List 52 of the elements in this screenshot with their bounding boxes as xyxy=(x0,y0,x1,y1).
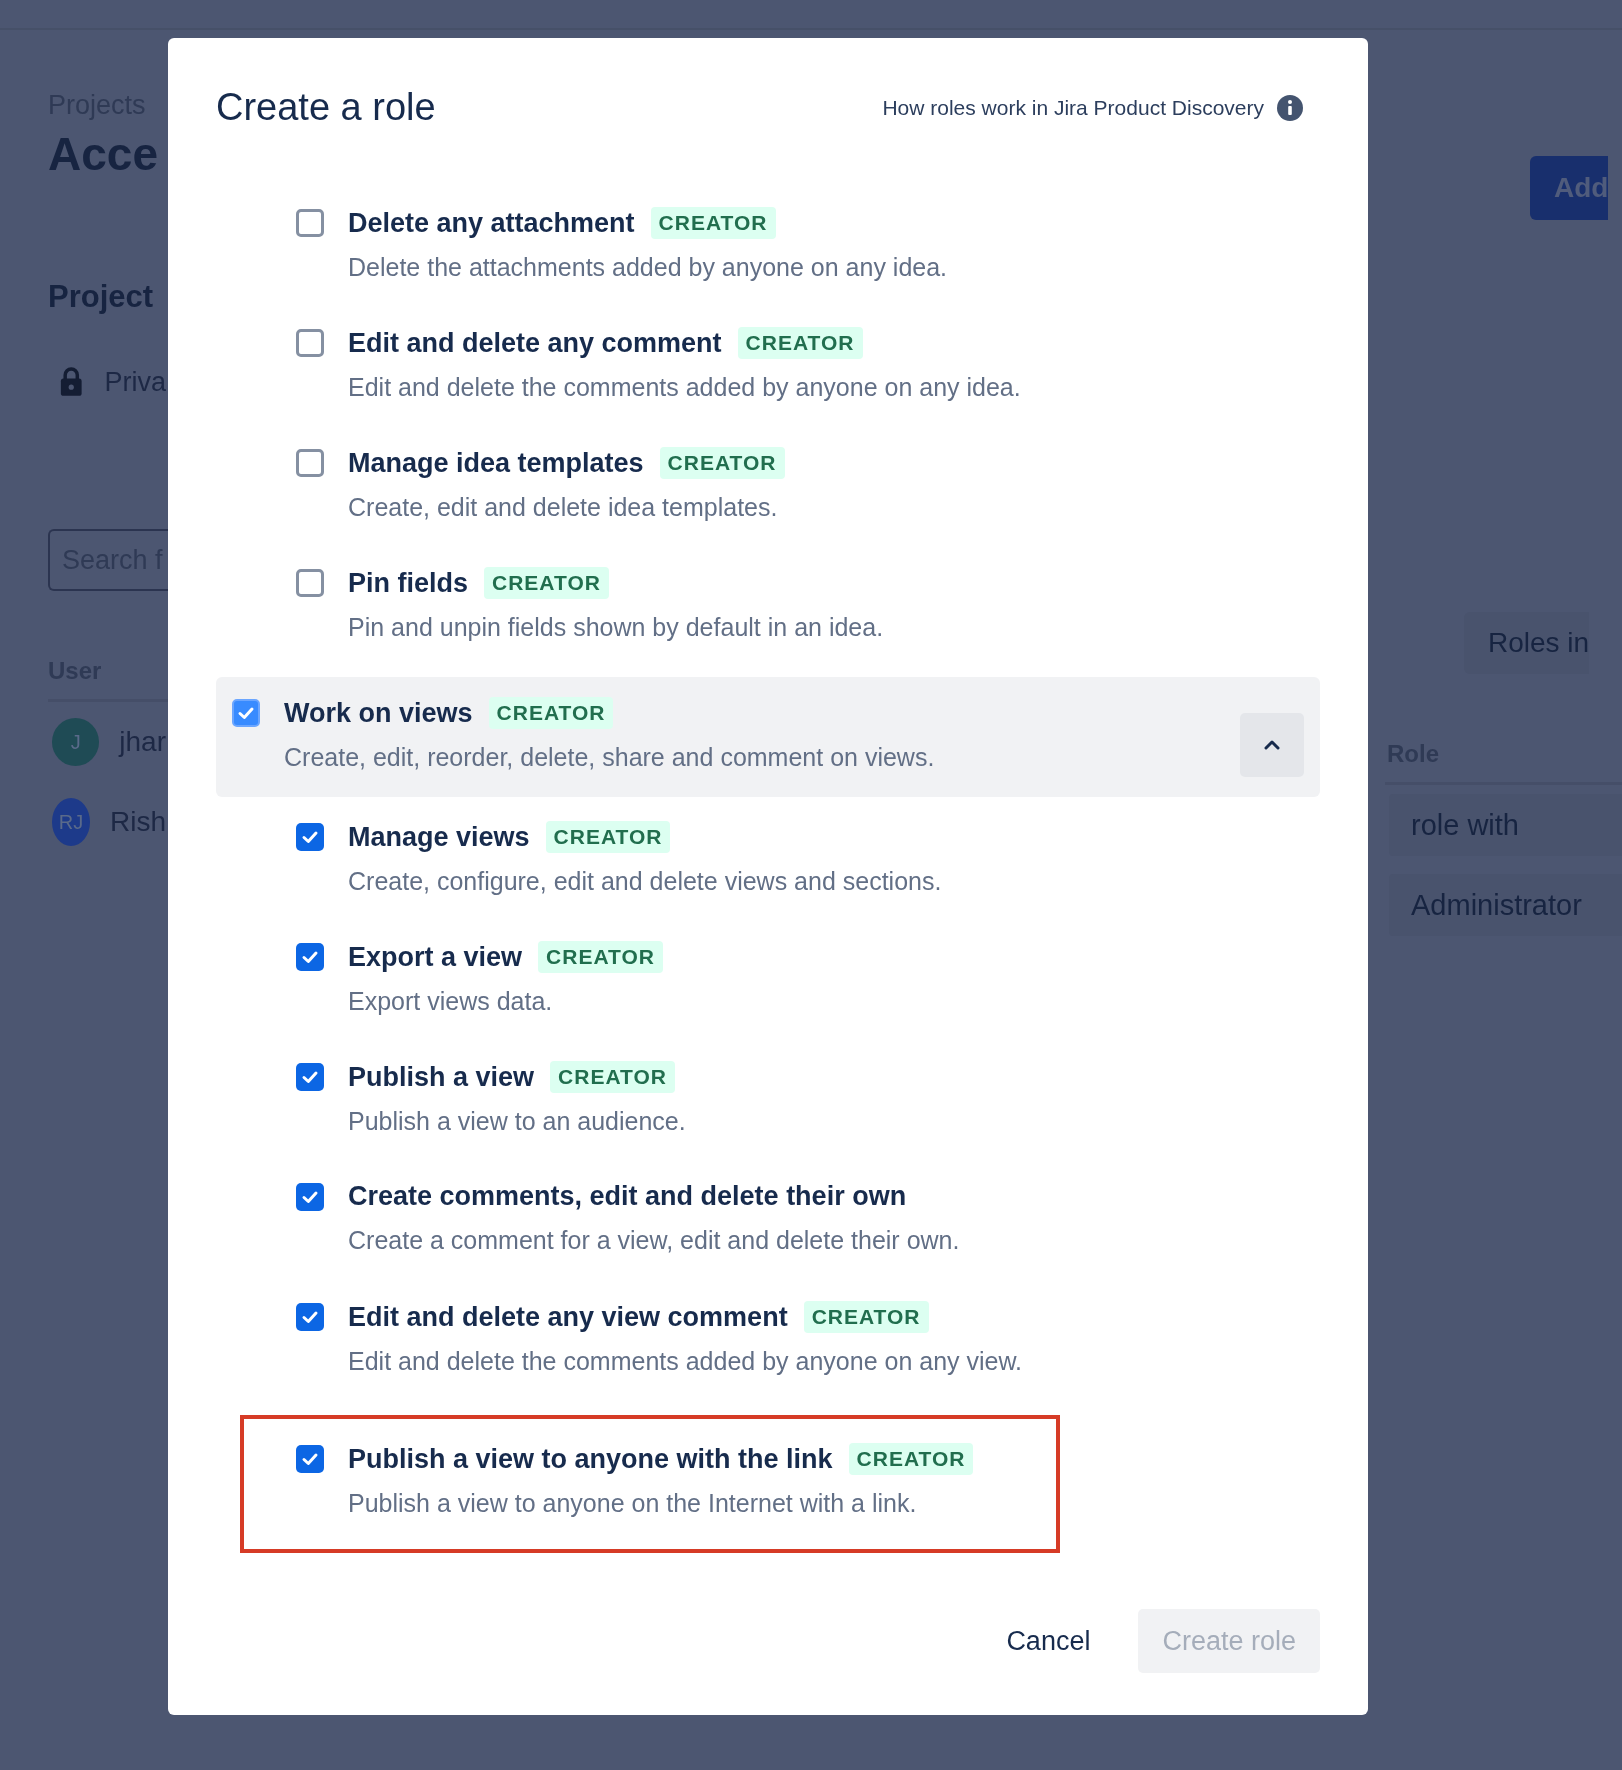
permission-title: Work on views xyxy=(284,697,473,729)
dialog-title: Create a role xyxy=(216,86,436,129)
permission-description: Edit and delete the comments added by anyone on any view. xyxy=(348,1347,1024,1376)
avatar: RJ xyxy=(52,798,90,846)
permission-description: Pin and unpin fields shown by default in an idea. xyxy=(348,613,885,642)
permission-title: Export a view xyxy=(348,941,523,973)
checkbox[interactable] xyxy=(296,943,324,971)
checkbox[interactable] xyxy=(296,569,324,597)
permission-title: Manage idea templates xyxy=(348,447,644,479)
creator-tag: CREATOR xyxy=(650,207,776,239)
creator-tag: CREATOR xyxy=(659,447,785,479)
permission-description: Publish a view to anyone on the Internet with a link. xyxy=(348,1489,918,1518)
chevron-icon xyxy=(1263,739,1281,751)
checkbox[interactable] xyxy=(232,699,260,727)
cancel-button[interactable]: Cancel xyxy=(982,1609,1115,1673)
permission-description: Create, edit, reorder, delete, share and comment on views. xyxy=(284,743,936,772)
checkbox[interactable] xyxy=(296,1063,324,1091)
permission-description: Publish a view to an audience. xyxy=(348,1107,687,1136)
checkbox[interactable] xyxy=(296,209,324,237)
info-icon[interactable] xyxy=(1276,93,1304,122)
checkbox[interactable] xyxy=(296,329,324,357)
checkbox[interactable] xyxy=(296,823,324,851)
help-link[interactable]: How roles work in Jira Product Discovery xyxy=(882,95,1264,120)
creator-tag: CREATOR xyxy=(848,1443,974,1475)
permission-title: Manage views xyxy=(348,821,530,853)
avatar: J xyxy=(52,718,100,766)
permission-description: Edit and delete the comments added by anyone on any idea. xyxy=(348,373,1022,402)
checkbox[interactable] xyxy=(296,1183,324,1211)
creator-tag: CREATOR xyxy=(545,821,671,853)
creator-tag: CREATOR xyxy=(488,697,614,729)
permission-title: Edit and delete any comment xyxy=(348,327,722,359)
creator-tag: CREATOR xyxy=(550,1061,675,1093)
permission-title: Publish a view xyxy=(348,1061,535,1093)
permission-description: Create a comment for a view, edit and delete their own. xyxy=(348,1226,961,1255)
checkbox[interactable] xyxy=(296,1303,324,1331)
permission-title: Edit and delete any view comment xyxy=(348,1301,788,1333)
checkbox[interactable] xyxy=(296,449,324,477)
creator-tag: CREATOR xyxy=(803,1301,929,1333)
permission-description: Create, configure, edit and delete views and sections. xyxy=(348,867,943,896)
permission-title: Create comments, edit and delete their own xyxy=(348,1181,907,1212)
lock-icon xyxy=(60,365,83,399)
permission-title: Delete any attachment xyxy=(348,207,635,239)
permission-title: Publish a view to anyone with the link xyxy=(348,1443,833,1475)
permission-description: Create, edit and delete idea templates. xyxy=(348,493,779,522)
creator-tag: CREATOR xyxy=(737,327,863,359)
creator-tag: CREATOR xyxy=(538,941,663,973)
checkbox[interactable] xyxy=(296,1445,324,1473)
permission-title: Pin fields xyxy=(348,567,469,599)
permission-description: Delete the attachments added by anyone on any idea. xyxy=(348,253,949,282)
permission-description: Export views data. xyxy=(348,987,554,1016)
creator-tag: CREATOR xyxy=(484,567,609,599)
add-people-button[interactable]: Add xyxy=(1530,156,1609,220)
